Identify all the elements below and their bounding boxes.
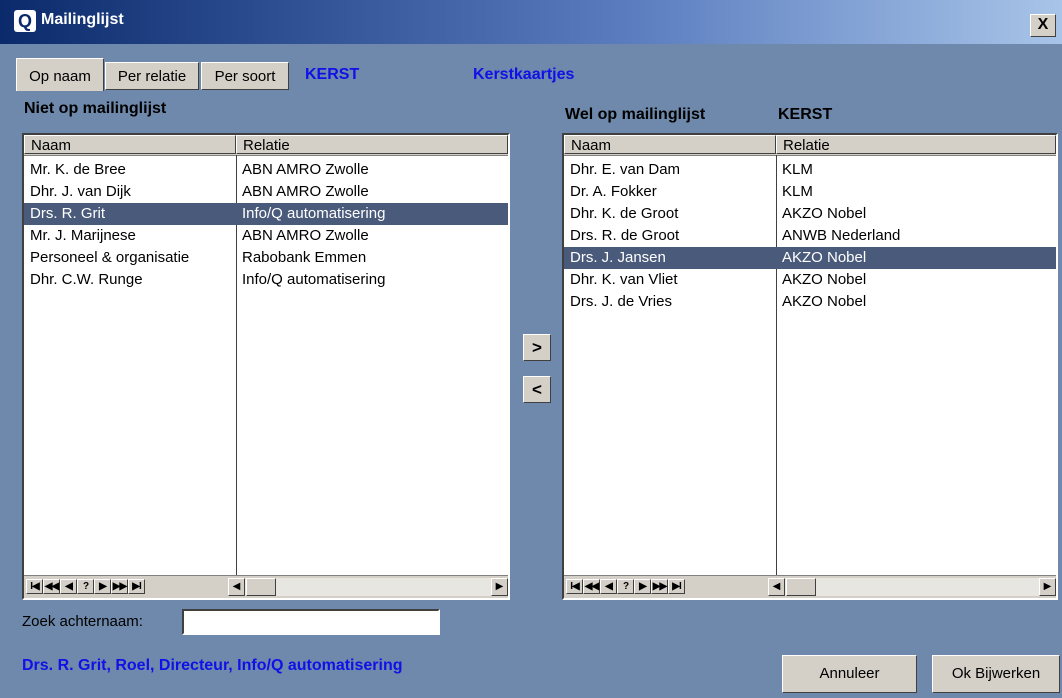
- add-to-list-button[interactable]: >: [523, 334, 551, 361]
- cell-relatie: AKZO Nobel: [782, 271, 867, 288]
- nav-first-icon[interactable]: I◀: [26, 579, 43, 594]
- table-row[interactable]: Mr. K. de Bree ABN AMRO Zwolle: [24, 159, 508, 181]
- column-header-relatie[interactable]: Relatie: [776, 135, 1056, 154]
- scroll-left-icon[interactable]: ◀: [228, 578, 245, 596]
- cell-naam: Drs. R. Grit: [30, 205, 105, 222]
- nav-prior-icon[interactable]: ◀: [600, 579, 617, 594]
- table-row[interactable]: Drs. J. Jansen AKZO Nobel: [564, 247, 1056, 269]
- tab-per-soort[interactable]: Per soort: [201, 62, 289, 90]
- left-grid[interactable]: Naam Relatie Mr. K. de Bree ABN AMRO Zwol…: [22, 133, 510, 600]
- table-row[interactable]: Dhr. K. van Vliet AKZO Nobel: [564, 269, 1056, 291]
- search-input[interactable]: [182, 609, 440, 635]
- column-header-naam[interactable]: Naam: [564, 135, 776, 154]
- table-row[interactable]: Dhr. J. van Dijk ABN AMRO Zwolle: [24, 181, 508, 203]
- table-row[interactable]: Dhr. E. van Dam KLM: [564, 159, 1056, 181]
- cell-relatie: KLM: [782, 183, 813, 200]
- nav-next-icon[interactable]: ▶: [634, 579, 651, 594]
- cell-relatie: AKZO Nobel: [782, 293, 867, 310]
- table-row[interactable]: Mr. J. Marijnese ABN AMRO Zwolle: [24, 225, 508, 247]
- cancel-button[interactable]: Annuleer: [782, 655, 917, 693]
- app-logo-icon: Q: [14, 10, 36, 32]
- cell-relatie: Info/Q automatisering: [242, 205, 386, 222]
- cell-naam: Dhr. K. de Groot: [570, 205, 679, 222]
- table-row[interactable]: Dhr. K. de Groot AKZO Nobel: [564, 203, 1056, 225]
- cell-relatie: ABN AMRO Zwolle: [242, 183, 369, 200]
- cell-naam: Personeel & organisatie: [30, 249, 190, 266]
- table-row[interactable]: Drs. R. de Groot ANWB Nederland: [564, 225, 1056, 247]
- left-hscrollbar[interactable]: ◀ ▶: [228, 578, 508, 596]
- cell-naam: Dhr. K. van Vliet: [570, 271, 678, 288]
- nav-prior-page-icon[interactable]: ◀◀: [43, 579, 60, 594]
- right-hscrollbar[interactable]: ◀ ▶: [768, 578, 1056, 596]
- mailing-code: KERST: [305, 66, 360, 83]
- nav-search-icon[interactable]: ?: [617, 579, 634, 594]
- cell-relatie: Info/Q automatisering: [242, 271, 386, 288]
- nav-search-icon[interactable]: ?: [77, 579, 94, 594]
- cell-naam: Drs. J. Jansen: [570, 249, 666, 266]
- title-bar: Q Mailinglijst X: [0, 0, 1062, 44]
- remove-from-list-button[interactable]: <: [523, 376, 551, 403]
- mailing-description: Kerstkaartjes: [473, 66, 575, 83]
- cell-naam: Dhr. C.W. Runge: [30, 271, 143, 288]
- nav-next-page-icon[interactable]: ▶▶: [651, 579, 668, 594]
- scroll-right-icon[interactable]: ▶: [1039, 578, 1056, 596]
- right-list-code: KERST: [778, 106, 833, 123]
- cell-naam: Dr. A. Fokker: [570, 183, 657, 200]
- cell-relatie: Rabobank Emmen: [242, 249, 367, 266]
- right-grid[interactable]: Naam Relatie Dhr. E. van Dam KLM Dr. A. Fo…: [562, 133, 1058, 600]
- cell-relatie: AKZO Nobel: [782, 249, 867, 266]
- ok-update-button[interactable]: Ok Bijwerken: [932, 655, 1060, 693]
- cell-relatie: ANWB Nederland: [782, 227, 901, 244]
- nav-prior-icon[interactable]: ◀: [60, 579, 77, 594]
- nav-first-icon[interactable]: I◀: [566, 579, 583, 594]
- table-row[interactable]: Dr. A. Fokker KLM: [564, 181, 1056, 203]
- table-row[interactable]: Personeel & organisatie Rabobank Emmen: [24, 247, 508, 269]
- close-button[interactable]: X: [1030, 14, 1056, 37]
- cell-naam: Drs. J. de Vries: [570, 293, 672, 310]
- status-text: Drs. R. Grit, Roel, Directeur, Info/Q au…: [22, 657, 403, 674]
- nav-last-icon[interactable]: ▶I: [668, 579, 685, 594]
- cell-relatie: ABN AMRO Zwolle: [242, 161, 369, 178]
- search-label: Zoek achternaam:: [22, 613, 143, 630]
- cell-naam: Dhr. J. van Dijk: [30, 183, 131, 200]
- cell-relatie: KLM: [782, 161, 813, 178]
- table-row[interactable]: Dhr. C.W. Runge Info/Q automatisering: [24, 269, 508, 291]
- nav-prior-page-icon[interactable]: ◀◀: [583, 579, 600, 594]
- cell-naam: Dhr. E. van Dam: [570, 161, 681, 178]
- column-header-relatie[interactable]: Relatie: [236, 135, 508, 154]
- left-grid-footer: I◀ ◀◀ ◀? ▶ ▶▶ ▶I ◀ ▶: [24, 575, 508, 598]
- left-list-label: Niet op mailinglijst: [24, 100, 167, 117]
- scroll-left-icon[interactable]: ◀: [768, 578, 785, 596]
- window-title: Mailinglijst: [41, 11, 124, 28]
- left-grid-header: Naam Relatie: [24, 135, 508, 156]
- nav-next-page-icon[interactable]: ▶▶: [111, 579, 128, 594]
- cell-relatie: AKZO Nobel: [782, 205, 867, 222]
- cell-naam: Drs. R. de Groot: [570, 227, 680, 244]
- scroll-right-icon[interactable]: ▶: [491, 578, 508, 596]
- cell-naam: Mr. K. de Bree: [30, 161, 126, 178]
- right-grid-footer: I◀ ◀◀ ◀? ▶ ▶▶ ▶I ◀ ▶: [564, 575, 1056, 598]
- nav-next-icon[interactable]: ▶: [94, 579, 111, 594]
- tab-per-relatie[interactable]: Per relatie: [105, 62, 199, 90]
- table-row[interactable]: Drs. J. de Vries AKZO Nobel: [564, 291, 1056, 313]
- column-header-naam[interactable]: Naam: [24, 135, 236, 154]
- nav-last-icon[interactable]: ▶I: [128, 579, 145, 594]
- tab-op-naam[interactable]: Op naam: [16, 58, 104, 91]
- cell-relatie: ABN AMRO Zwolle: [242, 227, 369, 244]
- scroll-thumb[interactable]: [246, 578, 276, 596]
- cell-naam: Mr. J. Marijnese: [30, 227, 136, 244]
- right-list-label: Wel op mailinglijst: [565, 106, 706, 123]
- scroll-thumb[interactable]: [786, 578, 816, 596]
- right-grid-header: Naam Relatie: [564, 135, 1056, 156]
- table-row[interactable]: Drs. R. Grit Info/Q automatisering: [24, 203, 508, 225]
